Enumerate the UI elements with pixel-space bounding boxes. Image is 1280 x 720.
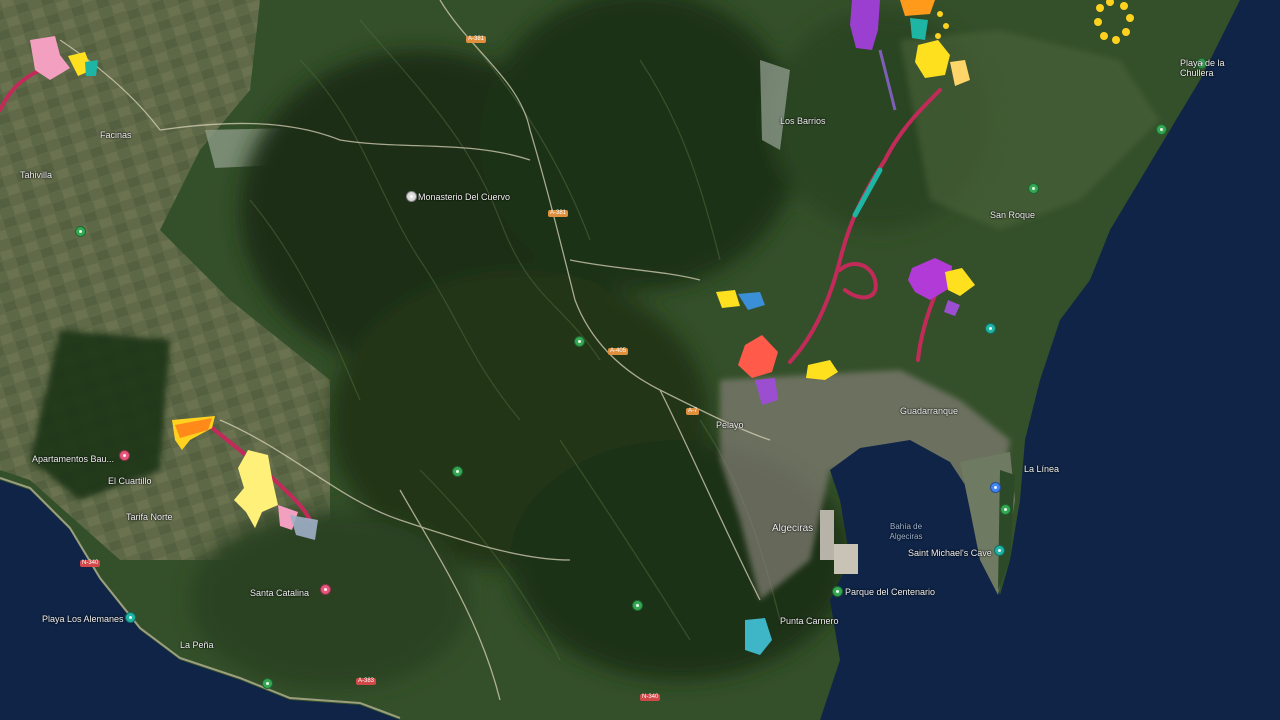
park-pin-icon[interactable]: [1156, 124, 1167, 135]
label-st-michaels: Saint Michael's Cave: [908, 548, 992, 558]
port-pier: [820, 510, 834, 560]
label-parque: Parque del Centenario: [845, 587, 936, 597]
road-shield: A-7: [686, 408, 700, 415]
label-algeciras: Algeciras: [772, 523, 814, 534]
label-san-roque: San Roque: [990, 210, 1036, 220]
hotel-pin-icon[interactable]: [119, 450, 130, 461]
label-santa-catalina: Santa Catalina: [250, 588, 310, 598]
park-pin-icon[interactable]: [574, 336, 585, 347]
label-bay: Bahía de Algeciras: [889, 522, 923, 541]
label-la-linea: La Línea: [1024, 464, 1060, 474]
satellite-map[interactable]: A-381 A-381 A-405 A-7 N-340 N-340 A-383 …: [0, 0, 1280, 720]
road-shield: A-405: [608, 348, 629, 355]
shop-pin-icon[interactable]: [985, 323, 996, 334]
label-punta-carnero: Punta Carnero: [780, 616, 839, 626]
park-pin-icon[interactable]: [832, 586, 843, 597]
road-shield: A-381: [548, 210, 569, 217]
parcel-teal-north: [910, 18, 928, 40]
park-pin-icon[interactable]: [632, 600, 643, 611]
road-shield: N-340: [80, 560, 101, 567]
label-guadarranque: Guadarranque: [900, 406, 959, 416]
label-monastery: Monasterio Del Cuervo: [418, 192, 511, 202]
hotel-pin-icon[interactable]: [320, 584, 331, 595]
map-base-layer: [0, 0, 1280, 720]
road-shield: A-381: [466, 36, 487, 43]
monastery-pin-icon[interactable]: [406, 191, 417, 202]
beach-pin-icon[interactable]: [125, 612, 136, 623]
label-el-cuartillo: El Cuartillo: [108, 476, 152, 486]
park-pin-icon[interactable]: [1028, 183, 1039, 194]
label-playa-chullera: Playa de la Chullera: [1180, 58, 1225, 78]
park-pin-icon[interactable]: [452, 466, 463, 477]
parcel-teal-northwest: [85, 60, 98, 76]
label-tarifa-norte: Tarifa Norte: [126, 512, 173, 522]
label-facinas: Facinas: [100, 130, 132, 140]
label-los-barrios: Los Barrios: [780, 116, 826, 126]
park-pin-icon[interactable]: [75, 226, 86, 237]
label-playa-alemanes: Playa Los Alemanes: [42, 614, 124, 624]
parcel-orange-north: [900, 0, 935, 16]
attraction-pin-icon[interactable]: [990, 482, 1001, 493]
label-la-pena: La Peña: [180, 640, 214, 650]
road-shield: A-383: [356, 678, 377, 685]
park-pin-icon[interactable]: [262, 678, 273, 689]
port-terminal: [834, 544, 858, 574]
road-shield: N-340: [640, 694, 661, 701]
cave-pin-icon[interactable]: [994, 545, 1005, 556]
label-tahivilla: Tahivilla: [20, 170, 53, 180]
label-pelayo: Pelayo: [716, 420, 744, 430]
label-apartamentos: Apartamentos Bau...: [32, 454, 115, 464]
park-pin-icon[interactable]: [1000, 504, 1011, 515]
